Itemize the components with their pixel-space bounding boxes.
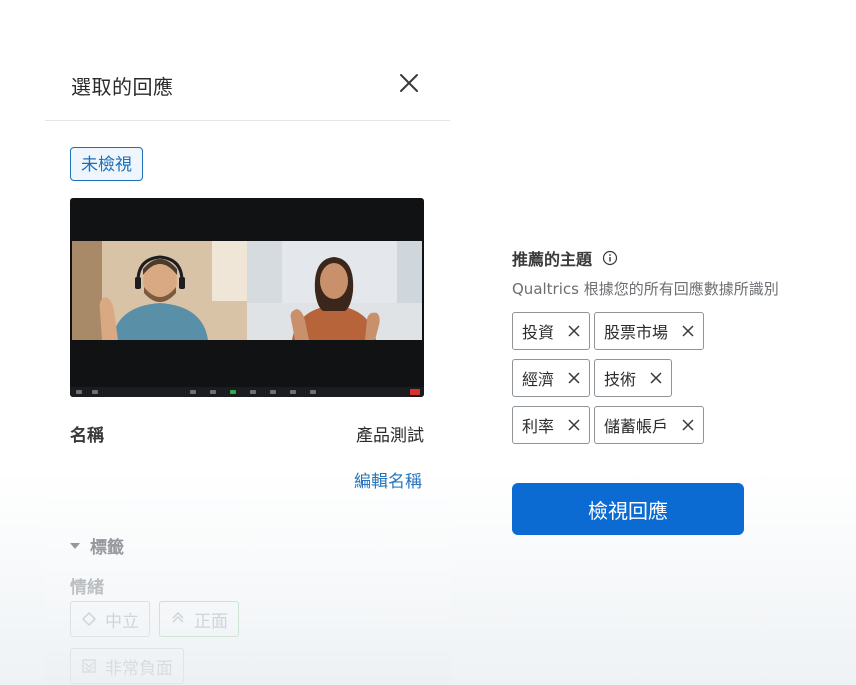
topic-chip[interactable]: 投資 [512,312,591,350]
view-responses-button[interactable]: 檢視回應 [512,483,744,535]
sentiment-chip-label: 正面 [194,611,228,632]
name-value: 產品測試 [356,426,424,446]
caret-down-icon [70,542,80,549]
remove-icon[interactable] [568,325,580,337]
recommended-topics-label: 推薦的主題 [512,250,593,269]
sentiment-chip-positive[interactable]: 正面 [159,601,239,637]
mic-icon [76,390,82,394]
panel-title: 選取的回應 [71,75,174,99]
camera-icon [92,390,98,394]
close-icon[interactable] [397,71,421,95]
topic-chip[interactable]: 技術 [594,359,673,397]
remove-icon[interactable] [650,372,662,384]
double-chevron-down-icon [82,659,96,673]
status-badge: 未檢視 [70,147,143,181]
sentiment-chip-label: 非常負面 [105,658,173,679]
share-screen-icon [230,390,236,394]
chevron-up-icon [172,611,184,623]
emotion-label: 情緒 [70,578,104,598]
recommended-topics-title: 推薦的主題 [512,246,618,270]
video-toolbar [70,387,424,397]
topic-chip-label: 經濟 [522,370,555,389]
topic-chip-label: 股票市場 [604,323,669,342]
name-label: 名稱 [70,426,104,446]
tags-section-label: 標籤 [90,538,124,558]
video-tile-participant-1 [72,241,247,340]
end-call-button [410,389,420,395]
remove-icon[interactable] [568,372,580,384]
header-divider [45,120,450,121]
topic-chip-label: 利率 [522,417,555,436]
tags-section-toggle[interactable]: 標籤 [70,533,124,558]
topic-chip[interactable]: 利率 [512,406,591,444]
topic-chip[interactable]: 儲蓄帳戶 [594,406,705,444]
selected-response-panel: 選取的回應 未檢視 名稱 產品測試 編輯名稱 標籤 情緒 中立 正面 非常負面 [45,45,450,685]
remove-icon[interactable] [568,419,580,431]
info-icon[interactable] [602,250,618,266]
topic-chip-label: 儲蓄帳戶 [604,417,669,436]
video-tile-participant-2 [247,241,422,340]
remove-icon[interactable] [682,419,694,431]
close-button[interactable] [397,71,421,95]
participant-1-image [72,241,247,340]
sentiment-chip-label: 中立 [105,611,139,632]
recommended-topics-subtitle: Qualtrics 根據您的所有回應數據所識別 [512,280,779,298]
remove-icon[interactable] [682,325,694,337]
sentiment-chip-neutral[interactable]: 中立 [70,601,150,637]
edit-name-link[interactable]: 編輯名稱 [354,467,422,492]
topic-chip[interactable]: 經濟 [512,359,591,397]
record-icon [250,390,256,394]
sentiment-chip-very-negative[interactable]: 非常負面 [70,648,184,684]
topic-chip[interactable]: 股票市場 [594,312,705,350]
more-icon [310,390,316,394]
reactions-icon [270,390,276,394]
topic-chip-label: 投資 [522,323,555,342]
apps-icon [290,390,296,394]
chat-icon [210,390,216,394]
participants-icon [190,390,196,394]
video-thumbnail[interactable] [70,198,424,397]
topic-chip-label: 技術 [604,370,637,389]
diamond-icon [81,611,97,627]
participant-2-image [247,241,422,340]
